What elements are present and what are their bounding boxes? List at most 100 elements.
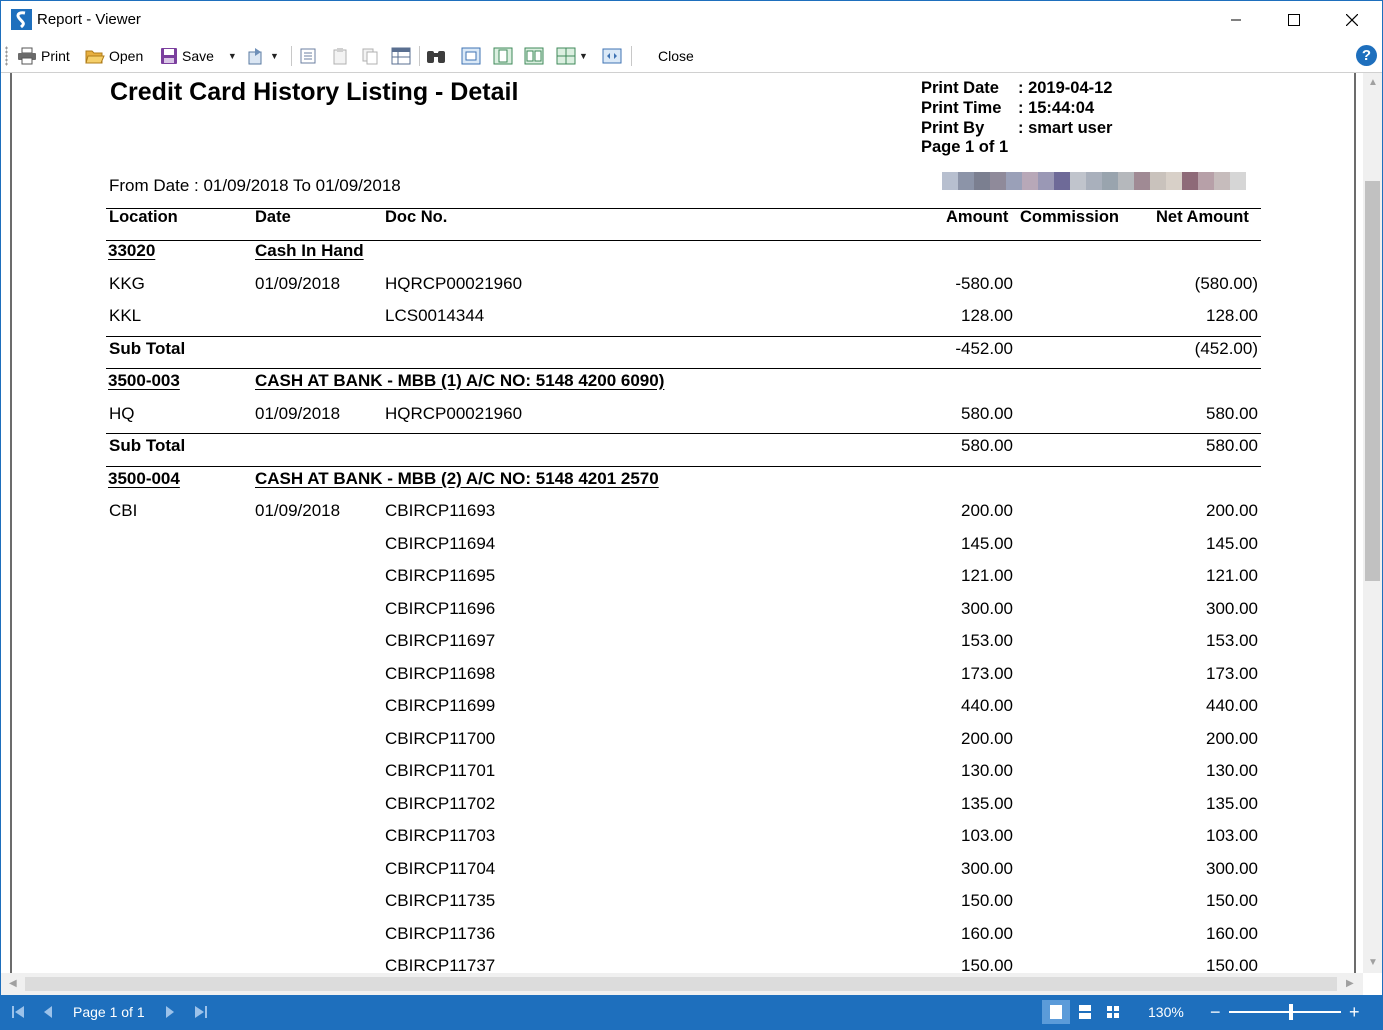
- group-name: Cash In Hand: [255, 241, 364, 260]
- scroll-up-arrow-icon[interactable]: ▲: [1368, 77, 1378, 88]
- print-by-label: Print By: [921, 119, 985, 137]
- logo-pixel: [1230, 172, 1246, 190]
- table-view-icon: [391, 47, 411, 65]
- row-date: 01/09/2018: [255, 403, 341, 423]
- last-page-icon: [195, 1006, 207, 1018]
- column-header-net-amount: Net Amount: [1156, 208, 1249, 226]
- row-amount: 135.00: [961, 793, 1013, 813]
- first-page-icon: [12, 1006, 24, 1018]
- export-button[interactable]: ▼: [247, 44, 279, 68]
- export-icon: [248, 48, 262, 65]
- multiple-pages-button[interactable]: [524, 44, 544, 68]
- print-time-value: : 15:44:04: [1018, 99, 1095, 117]
- next-page-button[interactable]: [165, 995, 175, 1029]
- vertical-scroll-thumb[interactable]: [1365, 181, 1380, 581]
- logo-pixel: [1070, 172, 1086, 190]
- row-amount: 103.00: [961, 826, 1013, 845]
- thumbnails-button[interactable]: [391, 44, 411, 68]
- multi-page-view-button[interactable]: [1106, 995, 1120, 1029]
- row-doc-no: CBIRCP11693: [385, 501, 496, 520]
- last-page-button[interactable]: [194, 995, 208, 1029]
- row-net-amount: 103.00: [1206, 826, 1258, 845]
- page-count-label: Page 1 of 1: [921, 138, 1009, 156]
- print-date-value: : 2019-04-12: [1018, 79, 1113, 97]
- scroll-right-arrow-icon[interactable]: ▶: [1346, 978, 1354, 989]
- report-page: Credit Card History Listing - Detail Pri…: [1, 73, 1363, 973]
- group-name: CASH AT BANK - MBB (2) A/C NO: 5148 4201…: [255, 468, 659, 488]
- row-doc-no: CBIRCP11703: [385, 826, 496, 845]
- row-amount: 153.00: [961, 631, 1013, 650]
- page-layout-button[interactable]: ▼: [556, 44, 588, 68]
- close-icon: [1346, 14, 1358, 26]
- row-amount: 130.00: [961, 761, 1013, 780]
- find-button[interactable]: [425, 44, 447, 68]
- row-net-amount: 300.00: [1206, 598, 1258, 618]
- save-dropdown-arrow-icon[interactable]: ▼: [228, 51, 237, 61]
- parameters-button[interactable]: [331, 44, 349, 68]
- first-page-button[interactable]: [11, 995, 25, 1029]
- page-width-icon: [493, 47, 513, 65]
- row-amount: -580.00: [955, 273, 1013, 293]
- report-viewport[interactable]: Credit Card History Listing - Detail Pri…: [1, 73, 1363, 973]
- subtotal-net-amount: (452.00): [1194, 338, 1258, 358]
- group-name: CASH AT BANK - MBB (1) A/C NO: 5148 4200…: [255, 371, 665, 390]
- continuous-view-button[interactable]: [1078, 995, 1092, 1029]
- row-net-amount: 121.00: [1206, 566, 1258, 585]
- close-window-button[interactable]: [1323, 1, 1381, 39]
- row-amount: 300.00: [961, 858, 1013, 878]
- row-doc-no: CBIRCP11697: [385, 631, 496, 650]
- bookmarks-button[interactable]: [299, 44, 317, 68]
- subtotal-label: Sub Total: [109, 338, 186, 358]
- zoom-slider-thumb[interactable]: [1289, 1004, 1293, 1020]
- print-time-label: Print Time: [921, 99, 1002, 117]
- clipboard-icon: [333, 48, 347, 65]
- maximize-button[interactable]: [1265, 1, 1323, 39]
- horizontal-scroll-thumb[interactable]: [25, 977, 1337, 991]
- horizontal-scrollbar[interactable]: ◀ ▶: [1, 973, 1363, 995]
- binoculars-icon: [427, 51, 445, 63]
- scroll-left-arrow-icon[interactable]: ◀: [9, 978, 17, 989]
- row-doc-no: CBIRCP11701: [385, 761, 496, 780]
- help-icon[interactable]: ?: [1356, 45, 1377, 66]
- single-page-button[interactable]: [461, 44, 481, 68]
- row-net-amount: 200.00: [1206, 728, 1258, 748]
- subtotal-amount: -452.00: [955, 338, 1013, 358]
- row-amount: 440.00: [961, 696, 1013, 715]
- copy-button[interactable]: [361, 44, 379, 68]
- print-button[interactable]: Print: [17, 44, 70, 68]
- export-dropdown-arrow-icon[interactable]: ▼: [270, 51, 279, 61]
- copy-icon: [362, 48, 378, 65]
- page-layout-dropdown-arrow-icon[interactable]: ▼: [579, 51, 588, 61]
- scroll-down-arrow-icon[interactable]: ▼: [1368, 957, 1378, 968]
- row-net-amount: 440.00: [1206, 696, 1258, 715]
- toolbar-grip[interactable]: [5, 46, 8, 66]
- column-header-doc-no: Doc No.: [385, 208, 448, 226]
- continuous-page-button[interactable]: [493, 44, 513, 68]
- vertical-scrollbar[interactable]: ▲ ▼: [1363, 73, 1382, 973]
- logo-pixel: [1022, 172, 1038, 190]
- subtotal-top-rule: [106, 433, 1261, 434]
- maximize-icon: [1288, 14, 1300, 26]
- bookmarks-icon: [300, 48, 316, 64]
- minimize-button[interactable]: [1207, 1, 1265, 39]
- previous-page-icon: [44, 1006, 52, 1018]
- open-button[interactable]: Open: [85, 44, 143, 68]
- logo-pixel: [1054, 172, 1070, 190]
- previous-page-button[interactable]: [43, 995, 53, 1029]
- fullscreen-icon: [602, 48, 622, 64]
- zoom-slider-track[interactable]: [1229, 1011, 1341, 1013]
- subtotal-net-amount: 580.00: [1206, 436, 1258, 455]
- row-doc-no: CBIRCP11695: [385, 566, 496, 585]
- close-report-button[interactable]: Close: [658, 44, 694, 68]
- row-doc-no: CBIRCP11702: [385, 793, 496, 813]
- row-doc-no: CBIRCP11694: [385, 533, 496, 553]
- row-amount: 121.00: [961, 566, 1013, 585]
- zoom-in-icon[interactable]: +: [1349, 995, 1360, 1029]
- logo-pixel: [1086, 172, 1102, 190]
- column-header-commission: Commission: [1020, 208, 1120, 226]
- fullscreen-button[interactable]: [602, 44, 622, 68]
- row-amount: 160.00: [961, 923, 1013, 943]
- logo-pixel: [990, 172, 1006, 190]
- save-button[interactable]: Save ▼: [160, 44, 237, 68]
- zoom-out-icon[interactable]: −: [1210, 995, 1221, 1029]
